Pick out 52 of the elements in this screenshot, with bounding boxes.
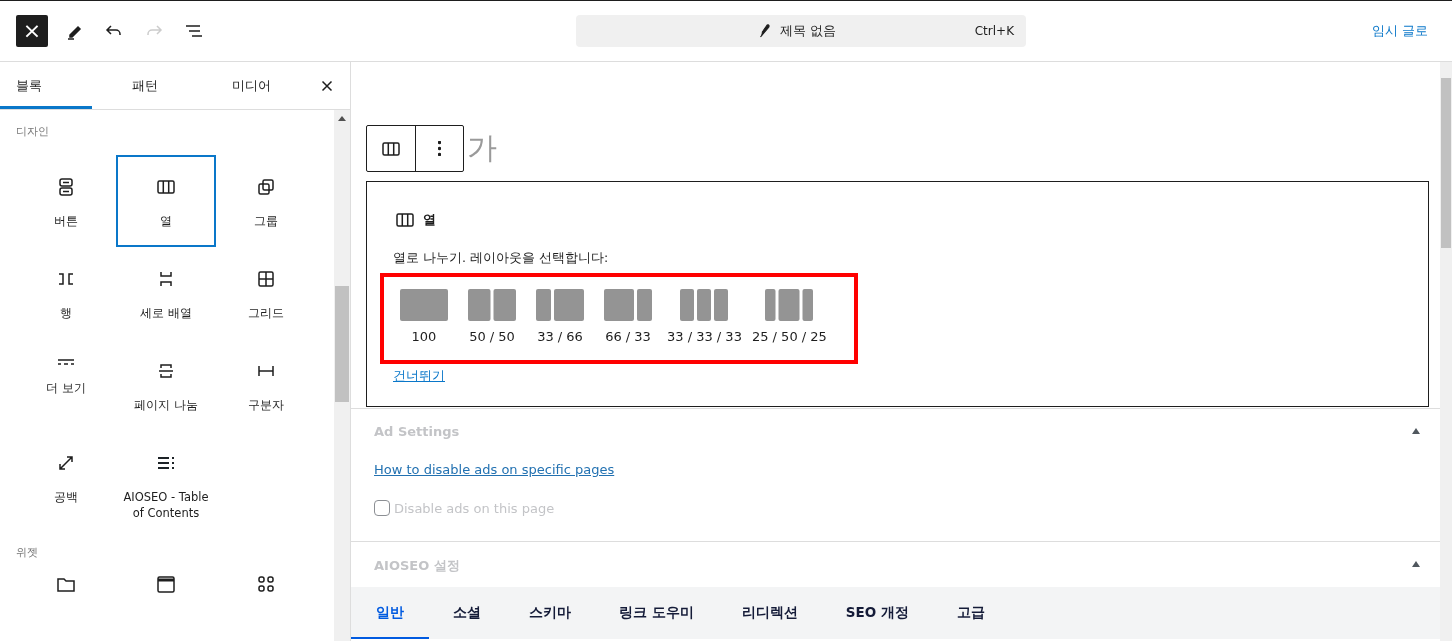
block-item[interactable]: 공백 [16, 431, 116, 523]
block-item[interactable]: 그룹 [216, 155, 316, 247]
block-item[interactable]: AIOSEO - Table of Contents [116, 431, 216, 523]
instruction-text: 열로 나누기. 레이아웃을 선택합니다: [393, 250, 610, 267]
document-title: 제목 없음 [780, 22, 838, 40]
layout-icon [400, 289, 448, 321]
settings-tab[interactable]: SEO 개정 [821, 587, 933, 639]
layout-option[interactable]: 100 [392, 289, 456, 344]
layout-option[interactable]: 25 / 50 / 25 [748, 289, 830, 344]
more-vertical-icon [438, 141, 441, 156]
block-item[interactable]: 세로 배열 [116, 247, 216, 339]
document-bar[interactable]: 제목 없음 Ctrl+K [576, 15, 1026, 47]
close-button[interactable]: × [16, 15, 48, 47]
settings-tab[interactable]: 고급 [932, 587, 1009, 639]
save-draft-link[interactable]: 임시 글로 [1371, 22, 1428, 40]
layout-icon [680, 289, 729, 321]
checkbox[interactable] [374, 500, 390, 516]
block-item[interactable]: 페이지 나눔 [116, 339, 216, 431]
collapse-icon[interactable] [1412, 561, 1420, 567]
block-item[interactable]: 더 보기 [16, 339, 116, 431]
layout-icon [468, 289, 516, 321]
settings-tab[interactable]: 스키마 [505, 587, 595, 639]
checkbox-label: Disable ads on this page [394, 500, 555, 516]
shortcut-hint: Ctrl+K [974, 24, 1014, 38]
settings-tab[interactable]: 일반 [351, 587, 429, 639]
scrollbar[interactable] [1440, 62, 1452, 641]
layout-icon [765, 289, 814, 321]
inserter-tab[interactable]: 블록 [0, 62, 92, 109]
scrollbar[interactable] [334, 110, 350, 641]
layout-option[interactable]: 66 / 33 [596, 289, 660, 344]
inserter-tab[interactable]: 미디어 [198, 62, 305, 109]
block-name: 열 [423, 211, 436, 229]
help-link[interactable]: How to disable ads on specific pages [374, 462, 615, 477]
skip-link[interactable]: 건너뛰기 [393, 367, 445, 385]
category-title: 위젯 [16, 545, 39, 560]
layout-option[interactable]: 50 / 50 [460, 289, 524, 344]
layout-option[interactable]: 33 / 66 [528, 289, 592, 344]
more-icon [57, 359, 75, 366]
settings-tab[interactable]: 링크 도우미 [595, 587, 718, 639]
block-item[interactable]: 버튼 [16, 155, 116, 247]
collapse-icon[interactable] [1412, 428, 1420, 434]
block-item[interactable]: 그리드 [216, 247, 316, 339]
layout-icon [604, 289, 652, 321]
inserter-tab[interactable]: 패턴 [91, 62, 199, 109]
settings-tab[interactable]: 소셜 [429, 587, 505, 639]
block-item[interactable]: 행 [16, 247, 116, 339]
settings-tab[interactable]: 리디렉션 [717, 587, 822, 639]
layout-icon [536, 289, 584, 321]
block-item[interactable]: 구분자 [216, 339, 316, 431]
layout-option[interactable]: 33 / 33 / 33 [664, 289, 745, 344]
category-title: 디자인 [16, 124, 50, 139]
block-item[interactable]: 열 [116, 155, 216, 247]
